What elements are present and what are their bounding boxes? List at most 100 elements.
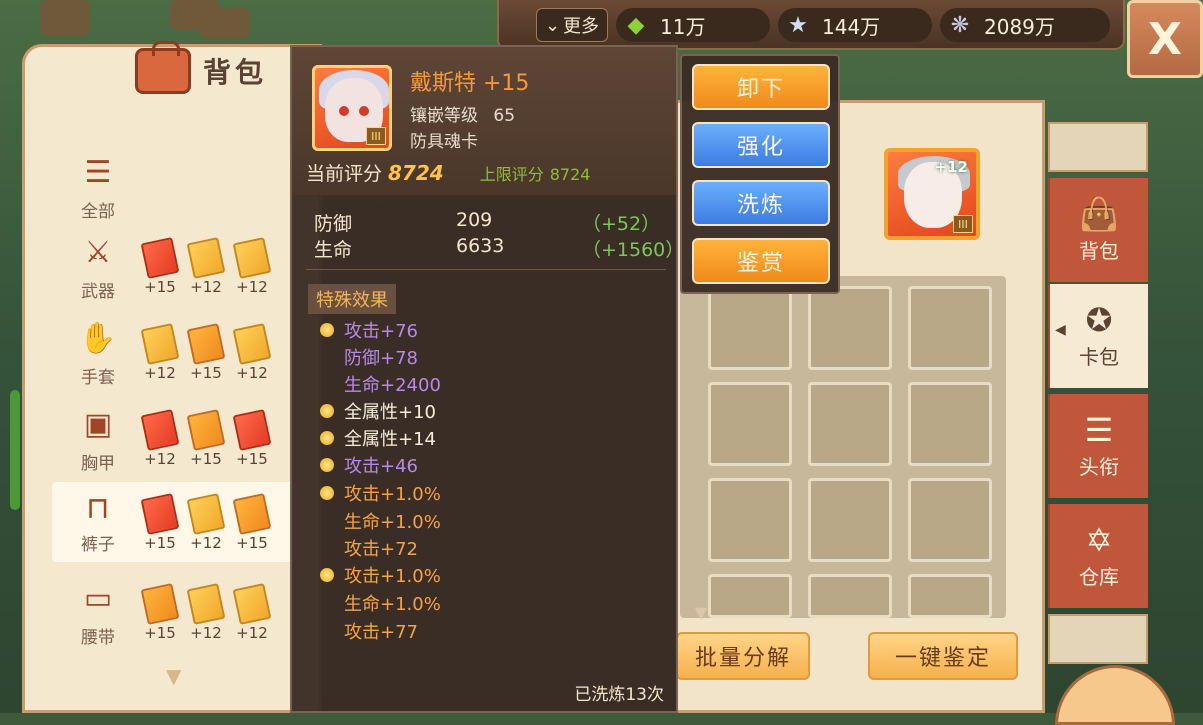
active-tab-arrow-icon: ◀ — [1055, 322, 1066, 338]
card-thumbnail — [186, 409, 226, 451]
unequip-button[interactable]: 卸下 — [692, 64, 830, 110]
effect-dot-icon — [320, 404, 334, 418]
effect-line: 生命+1.0% — [344, 594, 441, 615]
card-slot[interactable]: +15 — [232, 409, 272, 468]
shell-icon: ❋ — [950, 12, 970, 38]
card-thumbnail — [140, 323, 180, 365]
card-slot[interactable]: +12 — [232, 583, 272, 642]
divider — [306, 269, 666, 270]
batch-decompose-button[interactable]: 批量分解 — [676, 632, 810, 680]
special-effects-title: 特殊效果 — [308, 284, 396, 314]
grid-slot[interactable] — [908, 382, 992, 466]
effect-line: 生命+2400 — [344, 375, 441, 396]
book-title: 背包 — [203, 56, 268, 89]
category-chest[interactable]: ▣ 胸甲 — [60, 400, 136, 480]
vine-decoration — [10, 390, 20, 510]
character-eye — [359, 106, 369, 116]
card-slot[interactable]: +12 — [186, 237, 226, 296]
card-thumbnail — [232, 583, 272, 625]
effect-dot-icon — [320, 323, 334, 337]
character-eye — [339, 106, 349, 116]
score-row: 当前评分 8724 上限评分 8724 — [306, 161, 591, 185]
currency-gem: ◆ 11万 — [616, 8, 770, 42]
refine-button[interactable]: 洗炼 — [692, 180, 830, 226]
star-icon: ★ — [788, 12, 808, 38]
card-slot[interactable]: +15 — [140, 237, 180, 296]
effect-line: 攻击+46 — [320, 452, 418, 478]
card-thumbnail — [140, 409, 180, 451]
tab-title[interactable]: ☰ 头衔 — [1048, 394, 1148, 498]
card-slot[interactable]: +12 — [232, 237, 272, 296]
category-all[interactable]: ☰ 全部 — [60, 148, 136, 228]
grid-slot[interactable] — [908, 478, 992, 562]
card-thumbnail — [140, 583, 180, 625]
card-thumbnail — [186, 493, 226, 535]
card-slot[interactable]: +12 — [140, 409, 180, 468]
card-slot[interactable]: +15 — [186, 323, 226, 382]
card-slot[interactable]: +15 — [232, 493, 272, 552]
bag-icon: 👜 — [1079, 194, 1119, 233]
pants-icon: ⊓ — [86, 490, 110, 526]
card-slot[interactable]: +15 — [186, 409, 226, 468]
scroll-down-icon[interactable]: ▼ — [166, 664, 181, 688]
grid-slot[interactable] — [808, 382, 892, 466]
glove-cards: +12 +15 +12 — [140, 323, 272, 382]
tab-storage[interactable]: ✡ 仓库 — [1048, 504, 1148, 608]
item-detail-tooltip: III 戴斯特 +15 镶嵌等级 65 防具魂卡 当前评分 8724 上限评分 … — [290, 45, 684, 713]
effect-dot-icon — [320, 458, 334, 472]
effect-line: 攻击+1.0% — [320, 480, 441, 506]
effect-line: 攻击+1.0% — [320, 562, 441, 588]
item-type: 防具魂卡 — [410, 132, 478, 152]
category-weapon[interactable]: ⚔ 武器 — [60, 228, 136, 308]
category-belt[interactable]: ▭ 腰带 — [60, 574, 136, 654]
card-pack-icon: ✪ — [1085, 300, 1113, 339]
grid-slot[interactable] — [708, 574, 792, 618]
effect-line: 全属性+14 — [320, 425, 436, 451]
appraise-button[interactable]: 鉴赏 — [692, 238, 830, 284]
card-thumbnail — [232, 237, 272, 279]
card-slot[interactable]: +12 — [232, 323, 272, 382]
grid-slot[interactable] — [808, 574, 892, 618]
effect-dot-icon — [320, 431, 334, 445]
bg-crate — [40, 0, 90, 36]
scroll-down-icon[interactable]: ▼ — [686, 603, 716, 622]
action-menu: 卸下 强化 洗炼 鉴赏 — [680, 54, 840, 294]
refine-count: 已洗炼13次 — [574, 685, 664, 705]
sword-icon: ⚔ — [84, 235, 112, 270]
auto-appraise-button[interactable]: 一键鉴定 — [868, 632, 1018, 680]
effect-line: 全属性+10 — [320, 398, 436, 424]
currency-shell: ❋ 2089万 — [940, 8, 1110, 42]
grid-slot[interactable] — [808, 286, 892, 370]
card-slot[interactable]: +15 — [140, 583, 180, 642]
grid-slot[interactable] — [908, 574, 992, 618]
grid-slot[interactable] — [708, 382, 792, 466]
card-thumbnail — [186, 323, 226, 365]
inlay-level: 镶嵌等级 65 — [410, 106, 516, 126]
effect-line: 防御+78 — [344, 348, 418, 369]
chevron-down-icon: ⌄ — [544, 14, 561, 36]
enhance-button[interactable]: 强化 — [692, 122, 830, 168]
green-gem-icon: ◆ — [627, 12, 645, 38]
category-gloves[interactable]: ✋ 手套 — [60, 314, 136, 394]
tab-ornament-bottom — [1048, 614, 1148, 664]
card-slot[interactable]: +12 — [140, 323, 180, 382]
card-thumbnail — [232, 493, 272, 535]
card-slot[interactable]: +12 — [186, 583, 226, 642]
tab-bag[interactable]: 👜 背包 — [1048, 178, 1148, 282]
more-button[interactable]: ⌄ 更多 — [536, 8, 608, 42]
close-button[interactable]: X — [1127, 0, 1203, 78]
card-thumbnail — [186, 583, 226, 625]
bg-crate — [200, 8, 250, 38]
item-portrait: III — [312, 65, 392, 151]
grid-slot[interactable] — [708, 286, 792, 370]
equipped-card[interactable]: +12 III — [884, 148, 980, 240]
effect-dot-icon — [320, 486, 334, 500]
grid-slot[interactable] — [708, 478, 792, 562]
card-slot[interactable]: +15 — [140, 493, 180, 552]
grid-slot[interactable] — [808, 478, 892, 562]
card-slot[interactable]: +12 — [186, 493, 226, 552]
grid-slot[interactable] — [908, 286, 992, 370]
glove-icon: ✋ — [79, 321, 117, 356]
bag-icon — [135, 41, 191, 94]
belt-cards: +15 +12 +12 — [140, 583, 272, 642]
